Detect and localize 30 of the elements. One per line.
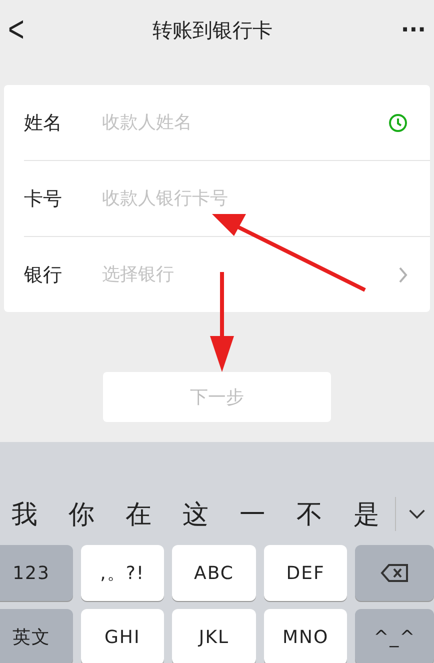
field-label: 姓名 <box>24 110 63 136</box>
candidate-word[interactable]: 在 <box>110 496 167 532</box>
keyboard-key[interactable]: 英文 <box>0 609 73 663</box>
keyboard-key[interactable]: ^_^ <box>355 609 434 663</box>
input-field[interactable]: 收款人银行卡号 <box>102 188 408 209</box>
candidate-word[interactable]: 你 <box>53 496 110 532</box>
keyboard-key[interactable]: MNO <box>264 609 348 663</box>
candidate-word[interactable]: 一 <box>224 496 281 532</box>
candidate-word[interactable]: 不 <box>281 496 338 532</box>
clock-icon[interactable] <box>388 112 408 132</box>
chevron-icon <box>398 264 408 284</box>
field-label: 银行 <box>24 262 63 288</box>
keyboard-key[interactable]: JKL <box>172 609 256 663</box>
backspace-icon <box>380 563 410 583</box>
keyboard-key[interactable]: ABC <box>172 545 256 601</box>
delete-key[interactable] <box>355 545 434 601</box>
candidate-word[interactable]: 我 <box>0 496 53 532</box>
candidate-word[interactable]: 这 <box>167 496 224 532</box>
keyboard-key[interactable]: 123 <box>0 545 73 601</box>
input-field[interactable]: 选择银行 <box>102 264 398 285</box>
page-title: 转账到银行卡 <box>152 16 273 44</box>
candidate-word[interactable]: 是 <box>338 496 395 532</box>
keyboard-key[interactable]: GHI <box>80 609 164 663</box>
keyboard-key[interactable]: ,。?! <box>80 545 164 601</box>
field-label: 卡号 <box>24 186 63 212</box>
keyboard-key[interactable]: DEF <box>264 545 348 601</box>
collapse-icon[interactable] <box>408 508 426 520</box>
input-field[interactable]: 收款人姓名 <box>102 112 388 133</box>
more-button[interactable]: ··· <box>400 18 426 42</box>
back-button[interactable]: < <box>8 9 24 51</box>
